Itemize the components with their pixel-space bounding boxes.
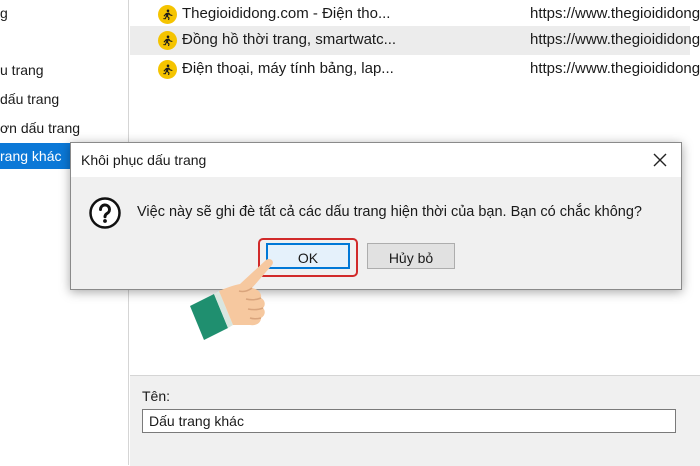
name-input[interactable] [142,409,676,433]
bookmark-url: https://www.thegioididong [530,60,700,77]
sidebar-item-label: dấu trang [0,91,60,107]
cancel-button[interactable]: Hủy bỏ [367,243,455,269]
bookmark-title: Đồng hồ thời trang, smartwatc... [182,31,397,48]
favicon-icon [158,5,177,24]
close-icon[interactable] [651,151,669,169]
sidebar-item-bookmark-bar[interactable]: u trang [0,57,44,83]
restore-bookmarks-dialog: Khôi phục dấu trang Việc này sẽ ghi đè t… [70,142,682,290]
dialog-message: Việc này sẽ ghi đè tất cả các dấu trang … [137,204,642,220]
table-row[interactable]: Điện thoại, máy tính bảng, lap... https:… [130,55,700,84]
bookmark-url: https://www.thegioididong [530,5,700,22]
sidebar-item-label: rang khác [0,148,62,164]
favicon-icon [158,60,177,79]
question-icon [89,197,121,229]
bookmark-title: Điện thoại, máy tính bảng, lap... [182,60,394,77]
sidebar-item-label: g [0,5,8,21]
ok-button[interactable]: OK [266,243,350,269]
bookmark-url: https://www.thegioididong [530,31,700,48]
name-label: Tên: [142,388,171,404]
dialog-titlebar: Khôi phục dấu trang [71,143,681,177]
sidebar-item-partial-top[interactable]: g [0,0,8,26]
dialog-title: Khôi phục dấu trang [81,152,207,168]
bookmark-properties-panel: Tên: [130,375,700,466]
table-row[interactable]: Đồng hồ thời trang, smartwatc... https:/… [130,26,700,55]
bookmark-title: Thegioididong.com - Điện tho... [182,5,391,22]
favicon-icon [158,31,177,50]
sidebar-item-bookmarks[interactable]: dấu trang [0,86,59,112]
table-row[interactable]: Thegioididong.com - Điện tho... https://… [130,0,700,29]
sidebar-item-label: ơn dấu trang [0,120,81,136]
pointing-hand-icon [188,258,278,348]
sidebar-item-bookmark-menu[interactable]: ơn dấu trang [0,115,80,141]
sidebar-item-label: u trang [0,62,44,78]
